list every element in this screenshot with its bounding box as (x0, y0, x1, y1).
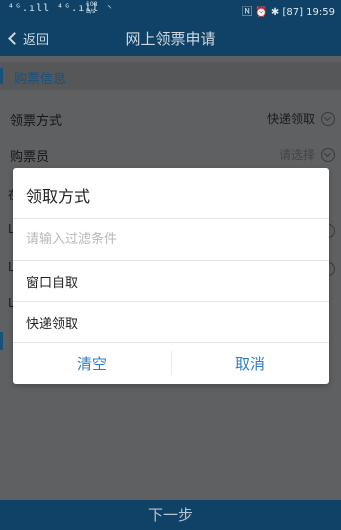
status-bar: ⁴ᴳ.ıll ⁴ᴳ.ıll ◝ 108 B/s 🄽 ⏰ ✱ [87] 19:59 (0, 0, 341, 20)
cancel-button[interactable]: 取消 (171, 353, 329, 374)
dialog-actions: 清空 取消 (13, 343, 329, 383)
buyer-label: 购票员 (10, 150, 50, 165)
buyer-row[interactable]: 购票员 请选择 (0, 136, 341, 172)
option-window-pickup[interactable]: 窗口自取 (13, 261, 329, 301)
buyer-value: 请选择 (278, 148, 315, 162)
next-step-button[interactable]: 下一步 (0, 500, 341, 530)
option-label: 快递领取 (26, 317, 79, 332)
pickup-method-dialog: 领取方式 窗口自取 快递领取 清空 取消 (13, 168, 329, 384)
dialog-title: 领取方式 (26, 187, 91, 206)
section-accent-bar (0, 68, 3, 84)
section-header: 购票信息 (0, 62, 341, 90)
section-title: 购票信息 (14, 72, 67, 87)
option-label: 窗口自取 (26, 276, 79, 291)
network-speed: 108 B/s (86, 1, 98, 15)
filter-input[interactable] (26, 228, 316, 250)
divider (13, 218, 329, 219)
chevron-right-icon (321, 112, 335, 126)
clear-button[interactable]: 清空 (13, 353, 171, 374)
ticket-method-label: 领票方式 (10, 114, 63, 129)
option-express-delivery[interactable]: 快递领取 (13, 302, 329, 342)
ticket-method-row[interactable]: 领票方式 快递领取 (0, 100, 341, 136)
section-accent-bar (0, 332, 3, 350)
status-right: 🄽 ⏰ ✱ [87] 19:59 (242, 7, 335, 18)
ticket-method-value: 快递领取 (266, 112, 315, 126)
nav-bar: 返回 网上领票申请 (0, 20, 341, 56)
page-title: 网上领票申请 (125, 30, 216, 48)
chevron-right-icon (321, 148, 335, 162)
